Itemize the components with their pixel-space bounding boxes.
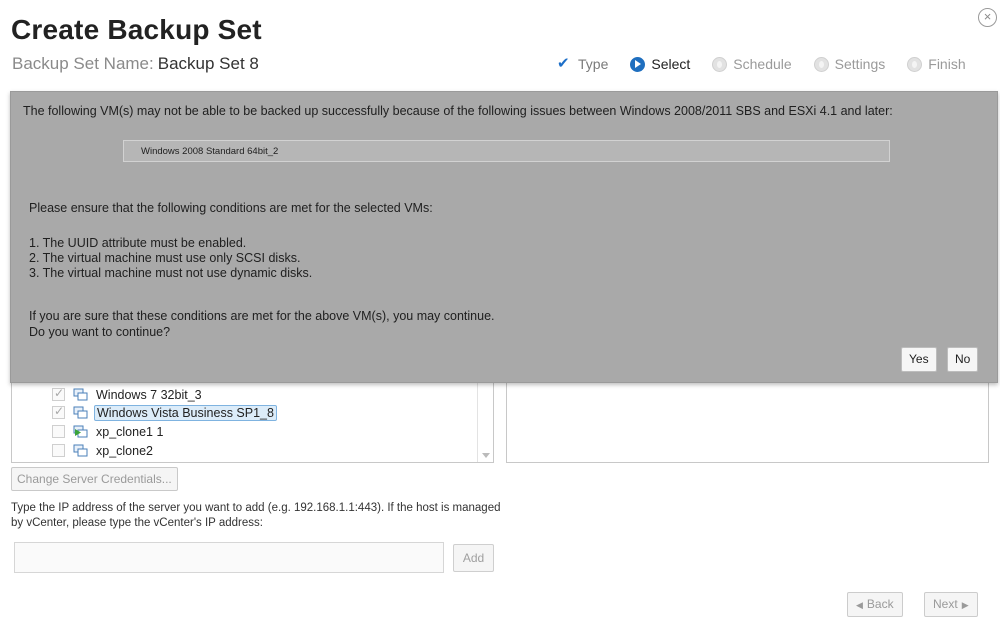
step-select: Select (630, 56, 690, 72)
tree-item[interactable]: xp_clone2 (52, 442, 155, 459)
step-label: Settings (834, 56, 886, 72)
step-label: Type (578, 56, 609, 72)
vm-tree[interactable]: Windows 7 32bit_3 Windows Vista Business… (11, 383, 494, 463)
condition-item: 1. The UUID attribute must be enabled. (29, 236, 247, 250)
change-credentials-button[interactable]: Change Server Credentials... (11, 467, 178, 491)
checkbox[interactable] (52, 386, 65, 401)
server-ip-input[interactable] (14, 542, 444, 573)
circle-icon (712, 56, 728, 72)
step-schedule: Schedule (712, 56, 792, 72)
tree-item-label: xp_clone1 1 (96, 424, 164, 439)
back-button[interactable]: ◀ Back (847, 592, 903, 617)
tree-item-label: Windows Vista Business SP1_8 (94, 404, 277, 421)
vm-running-icon (73, 425, 88, 438)
confirm-text: If you are sure that these conditions ar… (29, 308, 495, 340)
selected-items-panel (506, 383, 989, 463)
back-label: Back (866, 597, 894, 611)
circle-icon (813, 56, 829, 72)
tree-item[interactable]: Windows 7 32bit_3 (52, 386, 204, 403)
tree-item-selected[interactable]: Windows Vista Business SP1_8 (52, 404, 277, 421)
tree-scrollbar[interactable] (477, 383, 493, 462)
affected-vm-list: Windows 2008 Standard 64bit_2 (123, 140, 890, 162)
tree-item[interactable]: xp_clone1 1 (52, 423, 165, 440)
vm-icon (73, 388, 88, 401)
warning-dialog: The following VM(s) may not be able to b… (10, 91, 998, 383)
step-type: Type (557, 54, 609, 73)
vm-icon (73, 444, 88, 457)
backup-set-name-value: Backup Set 8 (157, 54, 259, 73)
next-label: Next (933, 597, 958, 611)
checkbox[interactable] (52, 404, 65, 419)
page-title: Create Backup Set (11, 14, 262, 45)
tree-item-label: Windows 7 32bit_3 (96, 387, 202, 402)
step-settings: Settings (813, 56, 886, 72)
step-label: Finish (928, 56, 966, 72)
next-button[interactable]: Next ▶ (924, 592, 978, 617)
condition-item: 2. The virtual machine must use only SCS… (29, 251, 301, 265)
arrow-left-icon: ◀ (856, 600, 863, 610)
checkbox[interactable] (52, 425, 65, 438)
ensure-text: Please ensure that the following conditi… (29, 201, 433, 215)
step-label: Select (651, 56, 691, 72)
condition-item: 3. The virtual machine must not use dyna… (29, 266, 313, 280)
confirm-question: Do you want to continue? (29, 325, 171, 339)
checkmark-icon (557, 54, 572, 72)
circle-icon (907, 56, 923, 72)
tree-item-label: xp_clone2 (96, 443, 153, 458)
wizard-steps: Type Select Schedule Settings Finish (557, 54, 966, 73)
confirm-line: If you are sure that these conditions ar… (29, 309, 495, 323)
backup-set-name-label: Backup Set Name: (12, 54, 154, 73)
ip-hint-text: Type the IP address of the server you wa… (11, 502, 501, 529)
yes-button[interactable]: Yes (901, 347, 937, 372)
step-label: Schedule (733, 56, 792, 72)
warning-message: The following VM(s) may not be able to b… (23, 104, 893, 118)
add-server-button[interactable]: Add (453, 544, 494, 572)
no-button[interactable]: No (947, 347, 979, 372)
arrow-circle-icon (630, 56, 646, 72)
vm-icon (73, 406, 88, 419)
close-icon[interactable]: × (978, 8, 997, 27)
backup-set-name: Backup Set Name: Backup Set 8 (12, 54, 259, 74)
arrow-right-icon: ▶ (961, 600, 969, 610)
scroll-down-icon[interactable] (482, 453, 490, 458)
conditions-list: 1. The UUID attribute must be enabled. 2… (29, 236, 312, 281)
checkbox[interactable] (52, 444, 65, 457)
step-finish: Finish (907, 56, 966, 72)
